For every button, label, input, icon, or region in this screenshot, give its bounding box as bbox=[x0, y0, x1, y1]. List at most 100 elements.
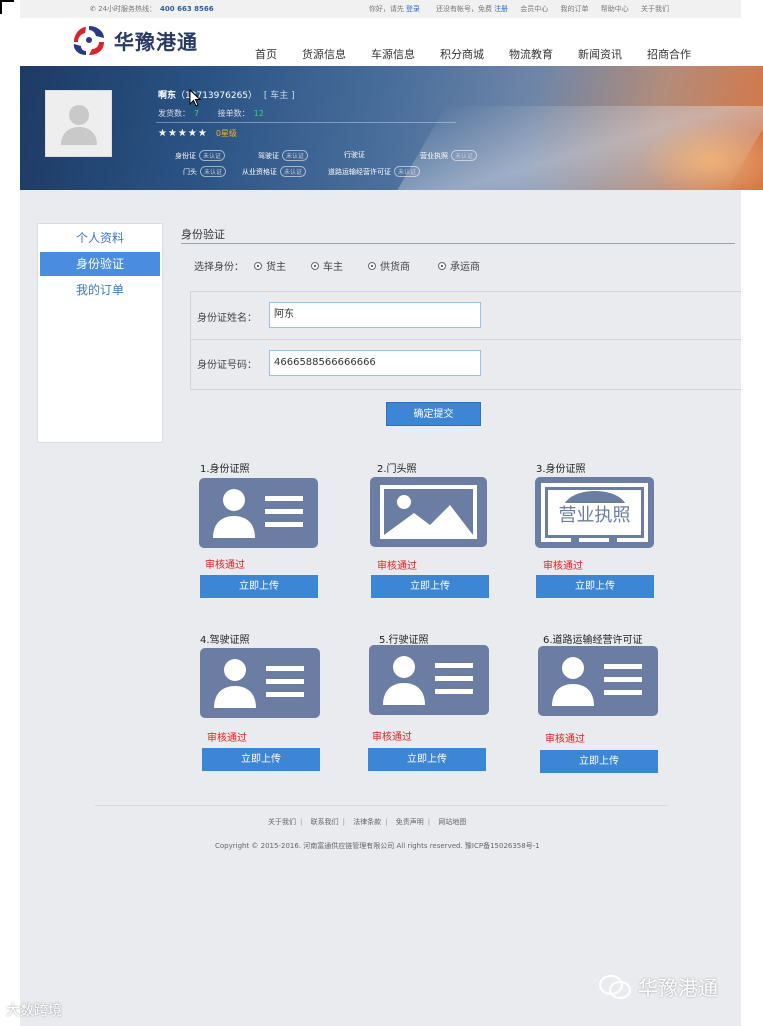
upload-card-title: 1.身份证照 bbox=[200, 464, 250, 475]
role-option-carrier[interactable]: 承运商 bbox=[438, 258, 480, 273]
footer-link-contact[interactable]: 联系我们 bbox=[311, 818, 339, 826]
cert-status-badge: 未认证 bbox=[280, 166, 307, 177]
top-link-about-us[interactable]: 关于我们 bbox=[641, 5, 669, 13]
id-name-input[interactable]: 阿东 bbox=[269, 302, 481, 328]
cert-label: 驾驶证 bbox=[258, 152, 279, 160]
upload-status: 审核通过 bbox=[372, 732, 412, 743]
role-option-cargo-owner[interactable]: 货主 bbox=[254, 258, 286, 273]
id-number-input[interactable]: 4666588566666666 bbox=[269, 350, 481, 376]
logo-mark-icon bbox=[73, 26, 104, 55]
radio-dot-icon bbox=[254, 261, 262, 270]
top-link-my-orders[interactable]: 我的订单 bbox=[561, 5, 589, 13]
business-license-icon[interactable]: 营业执照 bbox=[535, 477, 654, 548]
nav-logistics-education[interactable]: 物流教育 bbox=[509, 46, 553, 62]
register-link[interactable]: 注册 bbox=[494, 5, 508, 13]
submit-button[interactable]: 确定提交 bbox=[386, 402, 481, 426]
id-card-icon[interactable] bbox=[199, 478, 318, 548]
role-option-supplier[interactable]: 供货商 bbox=[368, 258, 410, 273]
role-label: 选择身份： bbox=[194, 262, 244, 273]
upload-card-road-transport: 6.道路运输经营许可证 bbox=[543, 631, 668, 646]
sidebar-item-my-orders[interactable]: 我的订单 bbox=[38, 278, 162, 302]
top-bar: ✆ 24小时服务热线： 400 663 8566 你好，请先 登录 还没有帐号，免费… bbox=[20, 0, 741, 18]
profile-phone-open: （ bbox=[176, 91, 186, 101]
cert-label: 道路运输经营许可证 bbox=[328, 168, 391, 176]
upload-status: 审核通过 bbox=[545, 734, 585, 745]
id-number-label: 身份证号码： bbox=[197, 360, 257, 371]
login-link[interactable]: 登录 bbox=[406, 5, 420, 13]
profile-banner: 啊东（13713976265） [ 车主 ] 发货数： 7 接单数： 12 ★★★★… bbox=[20, 66, 763, 190]
cert-label: 行驶证 bbox=[344, 151, 365, 159]
section-title: 身份验证 bbox=[181, 228, 225, 241]
form-divider bbox=[190, 389, 741, 390]
profile-name-line: 啊东（13713976265） [ 车主 ] bbox=[158, 88, 295, 101]
footer-separator: | bbox=[300, 818, 303, 826]
upload-button-driver-license[interactable]: 立即上传 bbox=[202, 748, 320, 771]
upload-button-vehicle-license[interactable]: 立即上传 bbox=[368, 748, 486, 771]
upload-card-title: 2.门头照 bbox=[377, 464, 417, 475]
logo[interactable]: 华豫港通 bbox=[68, 22, 198, 58]
nav-vehicle-info[interactable]: 车源信息 bbox=[371, 46, 415, 62]
upload-card-business-license: 3.身份证照 bbox=[536, 460, 661, 475]
nav-partnership[interactable]: 招商合作 bbox=[647, 46, 691, 62]
nav-news[interactable]: 新闻资讯 bbox=[578, 46, 622, 62]
greeting-text: 你好，请先 bbox=[368, 5, 404, 13]
orders-label: 接单数： bbox=[217, 109, 250, 118]
cert-label: 从业资格证 bbox=[242, 168, 277, 176]
avatar[interactable] bbox=[45, 90, 112, 157]
user-silhouette-icon bbox=[60, 104, 97, 145]
footer-links: 关于我们 | 联系我们 | 法律条款 | 免责声明 | 网站地图 bbox=[268, 817, 470, 827]
orders-count: 12 bbox=[253, 109, 264, 118]
footer-separator: | bbox=[427, 818, 431, 826]
radio-dot-icon bbox=[438, 261, 446, 270]
radio-dot-icon bbox=[368, 261, 376, 270]
role-option-vehicle-owner[interactable]: 车主 bbox=[311, 258, 343, 273]
role-selector: 选择身份： 货主 车主 供货商 承运商 bbox=[194, 258, 480, 273]
profile-divider bbox=[156, 122, 456, 123]
cert-business-license: 营业执照 未认证 bbox=[420, 150, 478, 161]
profile-role: [ 车主 ] bbox=[263, 91, 295, 101]
shipments-count: 7 bbox=[194, 109, 200, 118]
profile-phone-close: ） bbox=[248, 91, 258, 101]
footer-link-sitemap[interactable]: 网站地图 bbox=[438, 818, 466, 826]
image-placeholder-icon[interactable] bbox=[370, 477, 487, 547]
footer-link-about[interactable]: 关于我们 bbox=[268, 818, 296, 826]
sidebar-item-identity-verification[interactable]: 身份验证 bbox=[40, 252, 160, 276]
id-card-icon[interactable] bbox=[538, 646, 658, 716]
upload-button-business-license[interactable]: 立即上传 bbox=[536, 575, 654, 598]
top-link-help-center[interactable]: 帮助中心 bbox=[601, 5, 629, 13]
watermark-left: 大数跨境 bbox=[6, 1000, 62, 1020]
id-card-icon[interactable] bbox=[200, 648, 320, 718]
cert-storefront: 门头 未认证 bbox=[183, 166, 227, 177]
hotline-label: 24小时服务热线： bbox=[98, 5, 157, 13]
footer-divider bbox=[95, 805, 668, 806]
role-option-label: 供货商 bbox=[380, 262, 410, 273]
upload-button-storefront[interactable]: 立即上传 bbox=[371, 575, 489, 598]
upload-card-title: 3.身份证照 bbox=[536, 464, 586, 475]
role-option-label: 货主 bbox=[266, 262, 286, 273]
hotline-number: 400 663 8566 bbox=[160, 5, 214, 13]
main-nav: 首页 货源信息 车源信息 积分商城 物流教育 新闻资讯 招商合作 bbox=[255, 46, 716, 62]
upload-button-road-transport[interactable]: 立即上传 bbox=[540, 750, 658, 773]
cert-vehicle-license: 行驶证 bbox=[344, 150, 365, 160]
hotline: ✆ 24小时服务热线： 400 663 8566 bbox=[90, 4, 214, 14]
id-card-icon[interactable] bbox=[369, 645, 489, 715]
top-links: 你好，请先 登录 还没有帐号，免费 注册 会员中心 我的订单 帮助中心 关于我们 bbox=[359, 4, 669, 14]
nav-points-mall[interactable]: 积分商城 bbox=[440, 46, 484, 62]
copyright: Copyright © 2015-2016. 河南富通供应链管理有限公司 All… bbox=[215, 842, 540, 850]
role-option-label: 承运商 bbox=[450, 262, 480, 273]
site-header: 华豫港通 首页 货源信息 车源信息 积分商城 物流教育 新闻资讯 招商合作 bbox=[20, 18, 741, 66]
nav-home[interactable]: 首页 bbox=[255, 46, 277, 62]
rating-stars-icon: ★★★★★ bbox=[158, 128, 208, 139]
nav-cargo-info[interactable]: 货源信息 bbox=[302, 46, 346, 62]
sidebar-item-profile[interactable]: 个人资料 bbox=[38, 226, 162, 250]
mouse-cursor-icon bbox=[189, 89, 201, 107]
footer-link-legal[interactable]: 法律条款 bbox=[353, 818, 381, 826]
upload-button-id-card[interactable]: 立即上传 bbox=[200, 575, 318, 598]
cert-road-transport: 道路运输经营许可证 未认证 bbox=[328, 166, 421, 177]
rating-level: 0星级 bbox=[215, 129, 237, 138]
footer-link-disclaimer[interactable]: 免责声明 bbox=[396, 818, 424, 826]
cert-status-badge: 未认证 bbox=[451, 150, 478, 161]
top-link-member-center[interactable]: 会员中心 bbox=[520, 5, 548, 13]
upload-card-id-card: 1.身份证照 bbox=[200, 460, 325, 475]
cert-status-badge: 未认证 bbox=[282, 150, 309, 161]
